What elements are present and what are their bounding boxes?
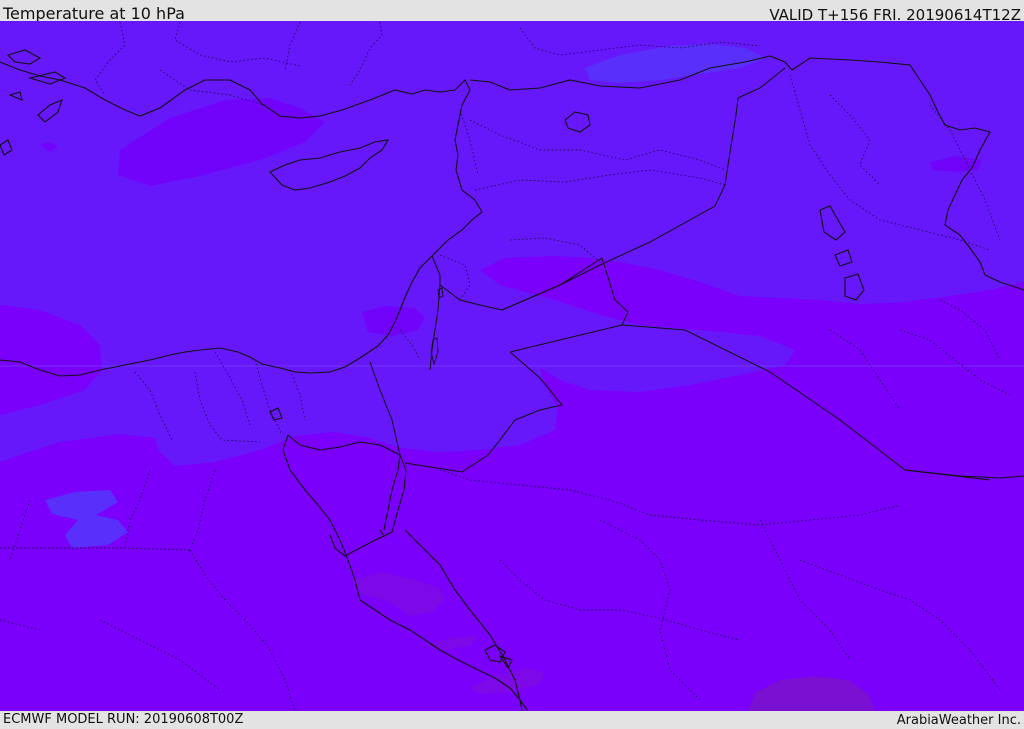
temperature-map (0, 21, 1024, 711)
credit: ArabiaWeather Inc. (896, 713, 1021, 728)
header-bar: Temperature at 10 hPa VALID T+156 FRI. 2… (0, 0, 1024, 24)
model-run: ECMWF MODEL RUN: 20190608T00Z (3, 712, 244, 727)
footer-bar: ECMWF MODEL RUN: 20190608T00Z ArabiaWeat… (0, 711, 1024, 729)
